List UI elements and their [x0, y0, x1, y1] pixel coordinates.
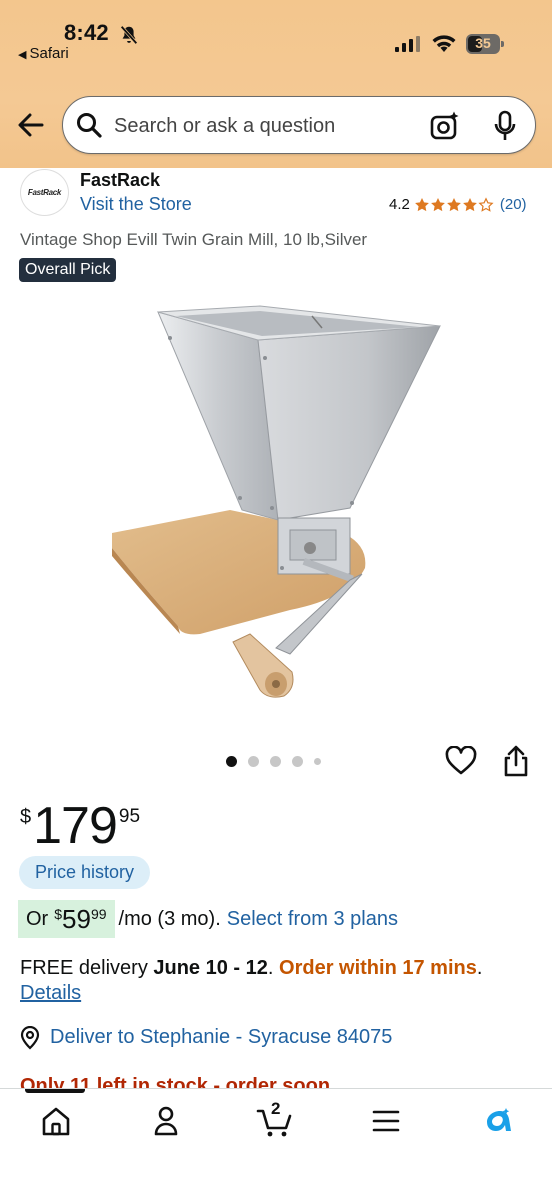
active-tab-indicator: [25, 1089, 85, 1093]
search-icon: [77, 113, 102, 138]
carousel-dot[interactable]: [292, 756, 303, 767]
menu-icon: [372, 1110, 400, 1132]
star-full-icon: [414, 197, 429, 211]
price-history-button[interactable]: Price history: [19, 856, 151, 889]
stock-status: Only 11 left in stock - order soon.: [20, 1075, 336, 1088]
delivery-info: FREE delivery June 10 - 12. Order within…: [20, 954, 482, 982]
rufus-assistant-icon: [487, 1108, 511, 1131]
status-time: 8:42: [64, 20, 109, 45]
delivery-end: .: [476, 957, 483, 979]
monthly-term: /mo (3 mo).: [118, 907, 221, 930]
brand-name: FastRack: [80, 170, 161, 190]
search-bar[interactable]: Search or ask a question: [62, 96, 536, 154]
store-logo[interactable]: FastRack: [20, 169, 69, 216]
account-icon: [154, 1106, 178, 1136]
overall-pick-badge: Overall Pick: [19, 258, 117, 282]
tab-menu[interactable]: [366, 1103, 406, 1139]
bell-muted-icon: [120, 25, 138, 45]
image-carousel-dots[interactable]: [226, 756, 321, 767]
home-icon: [42, 1107, 70, 1136]
product-image[interactable]: [100, 298, 460, 708]
visit-store-link[interactable]: Visit the Store: [80, 194, 192, 215]
delivery-sep: .: [267, 957, 274, 979]
monthly-fraction: 99: [90, 906, 107, 922]
camera-search-icon[interactable]: [429, 110, 461, 142]
star-rating: [414, 196, 494, 213]
tab-cart[interactable]: 2: [256, 1099, 296, 1139]
monthly-price-highlight: Or $ 59 99: [18, 900, 115, 938]
delivery-details-link[interactable]: Details: [20, 982, 81, 1005]
share-icon[interactable]: [503, 745, 529, 777]
cellular-signal-icon: [395, 36, 420, 52]
tab-home[interactable]: [36, 1103, 76, 1139]
heart-icon[interactable]: [445, 746, 477, 776]
carousel-dot[interactable]: [270, 756, 281, 767]
rating-summary[interactable]: 4.2 (20): [389, 196, 527, 213]
battery-level: 35: [475, 35, 491, 51]
tab-account[interactable]: [146, 1103, 186, 1139]
location-pin-icon: [20, 1026, 40, 1050]
carousel-dot[interactable]: [248, 756, 259, 767]
tab-rufus[interactable]: [476, 1103, 516, 1139]
back-arrow-icon[interactable]: [14, 108, 48, 142]
star-full-icon: [430, 197, 445, 211]
search-placeholder[interactable]: Search or ask a question: [114, 115, 335, 138]
star-full-icon: [462, 197, 477, 211]
product-price: $ 179 95: [20, 800, 140, 852]
microphone-icon[interactable]: [493, 110, 517, 142]
product-title: Vintage Shop Evill Twin Grain Mill, 10 l…: [20, 230, 368, 249]
price-whole: 179: [33, 797, 118, 855]
back-app-label: Safari: [29, 45, 69, 62]
delivery-prefix: FREE delivery: [20, 957, 148, 979]
delivery-dates: June 10 - 12: [153, 957, 268, 979]
carousel-dot[interactable]: [314, 758, 321, 765]
rating-value: 4.2: [389, 196, 410, 213]
battery-indicator: 35: [466, 34, 504, 54]
store-logo-text: FastRack: [27, 188, 62, 197]
price-currency: $: [20, 806, 32, 828]
price-fraction: 95: [118, 806, 141, 827]
rating-count[interactable]: (20): [500, 196, 527, 213]
monthly-currency: $: [54, 906, 63, 922]
wifi-icon: [432, 35, 456, 52]
star-full-icon: [446, 197, 461, 211]
order-within-text: Order within 17 mins: [279, 957, 477, 979]
bottom-tab-bar: 2: [0, 1088, 552, 1200]
deliver-to-link[interactable]: Deliver to Stephanie - Syracuse 84075: [50, 1026, 392, 1049]
star-empty-icon: [478, 196, 494, 212]
monthly-prefix: Or: [26, 907, 49, 930]
back-triangle-icon: ◀: [18, 49, 27, 61]
select-plans-link[interactable]: Select from 3 plans: [227, 908, 398, 931]
cart-count-badge: 2: [271, 1099, 281, 1118]
back-to-safari[interactable]: ◀ Safari: [18, 45, 69, 62]
app-header: 8:42 ◀ Safari 35 Search or ask a question: [0, 0, 552, 168]
monthly-whole: 59: [62, 903, 91, 934]
carousel-dot[interactable]: [226, 756, 237, 767]
monthly-payment: Or $ 59 99 /mo (3 mo). Select from 3 pla…: [18, 900, 398, 938]
